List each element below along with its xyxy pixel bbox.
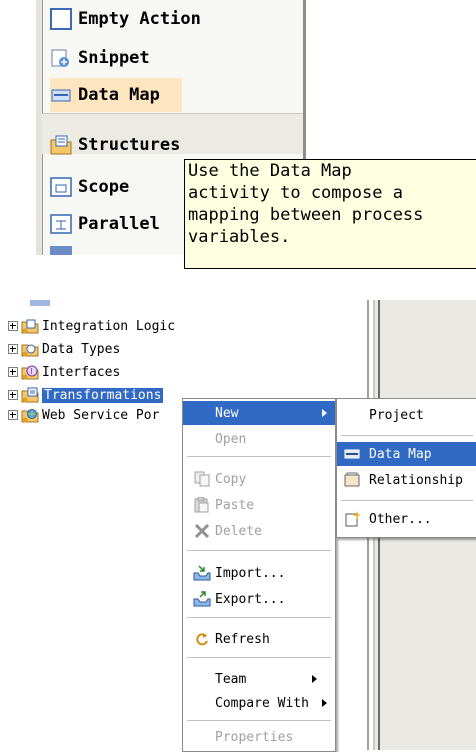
interfaces-folder-icon: I [21,364,39,380]
menu-item-label: Compare With [215,695,309,711]
menu-item-export[interactable]: Export... [183,587,335,611]
submenu-item-data-map[interactable]: Data Map [337,442,476,466]
snippet-icon [50,47,72,69]
menu-item-properties[interactable]: Properties [183,725,335,749]
menu-separator [341,435,473,436]
menu-separator [187,617,331,618]
menu-item-label: Delete [215,523,262,539]
palette-item-label: Empty Action [78,9,201,29]
menu-item-label: Project [369,407,424,423]
menu-item-label: Export... [215,591,286,607]
tree-item-label: Interfaces [42,364,121,380]
palette-drawer-structures[interactable]: Structures [50,128,180,162]
integration-logic-folder-icon [21,318,39,334]
import-icon [193,565,211,581]
palette-item-scope[interactable]: Scope [50,170,129,204]
menu-item-refresh[interactable]: Refresh [183,627,335,651]
partially-hidden-palette-item [50,246,72,255]
palette-item-empty-action[interactable]: Empty Action [50,2,201,36]
menu-item-label: Other... [369,511,432,527]
tree-item-web-service-ports[interactable]: Web Service Por [8,406,159,424]
menu-item-label: Refresh [215,631,270,647]
submenu-arrow-icon [322,409,327,417]
tree-item-label: Transformations [42,387,164,403]
palette-item-label: Scope [78,177,130,197]
svg-text:I: I [30,367,32,376]
relationship-icon [343,472,361,488]
context-menu: New Open Copy Paste Delete Import... Exp… [182,398,336,752]
menu-separator [187,657,331,658]
expand-icon[interactable] [8,367,18,377]
menu-item-label: Relationship [369,472,463,488]
tree-item-label: Integration Logic [42,318,176,334]
menu-separator [341,500,473,501]
tree-item-interfaces[interactable]: I Interfaces [8,363,120,381]
data-types-folder-icon [21,341,39,357]
menu-item-paste[interactable]: Paste [183,493,335,517]
menu-item-team[interactable]: Team [183,667,335,691]
menu-item-delete[interactable]: Delete [183,519,335,543]
tree-item-data-types[interactable]: Data Types [8,340,120,358]
palette-item-data-map[interactable]: Data Map [50,78,182,112]
tree-partial-top-item [30,300,50,306]
menu-item-new[interactable]: New [183,401,335,425]
data-map-tooltip: Use the Data Map activity to compose a m… [184,159,476,269]
menu-item-label: Open [215,431,247,447]
tree-item-label: Web Service Por [42,407,160,423]
submenu-item-project[interactable]: Project [337,403,476,427]
submenu-item-relationship[interactable]: Relationship [337,468,476,492]
expand-icon[interactable] [8,321,18,331]
data-map-icon [343,446,361,462]
paste-icon [193,496,211,513]
palette-item-label: Structures [78,135,181,155]
menu-item-import[interactable]: Import... [183,561,335,585]
menu-item-label: New [215,405,239,421]
tree-item-label: Data Types [42,341,121,357]
tree-item-transformations[interactable]: Transformations [8,386,164,404]
palette-item-snippet[interactable]: Snippet [50,41,150,75]
expand-icon[interactable] [8,344,18,354]
submenu-arrow-icon [322,699,327,707]
refresh-icon [193,631,211,647]
palette-item-label: Data Map [78,85,160,105]
menu-item-label: Paste [215,497,255,513]
scope-icon [50,176,72,198]
new-wizard-icon [343,511,361,527]
menu-separator [187,456,331,457]
transformations-folder-icon [21,387,39,403]
menu-item-label: Import... [215,565,286,581]
menu-item-label: Copy [215,471,247,487]
submenu-item-other[interactable]: Other... [337,507,476,531]
menu-item-label: Team [215,671,247,687]
expand-icon[interactable] [8,410,18,420]
parallel-icon [50,213,72,235]
copy-icon [193,471,211,487]
menu-item-label: Properties [215,729,294,745]
menu-item-copy[interactable]: Copy [183,467,335,491]
menu-separator [187,720,331,721]
menu-separator [187,550,331,551]
delete-icon [193,523,211,539]
menu-item-open[interactable]: Open [183,427,335,451]
expand-icon[interactable] [8,390,18,400]
menu-item-label: Data Map [369,446,432,462]
palette-item-parallel[interactable]: Parallel [50,207,160,241]
submenu-arrow-icon [312,675,317,683]
palette-item-label: Parallel [78,214,160,234]
new-submenu: Project Data Map Relationship Other... [336,398,476,538]
export-icon [193,591,211,607]
empty-action-icon [50,8,72,30]
structures-folder-icon [50,134,72,156]
data-map-icon [50,84,72,106]
tree-item-integration-logic[interactable]: Integration Logic [8,317,175,335]
web-service-ports-icon [21,407,39,423]
palette-item-label: Snippet [78,48,150,68]
menu-item-compare-with[interactable]: Compare With [183,691,335,715]
